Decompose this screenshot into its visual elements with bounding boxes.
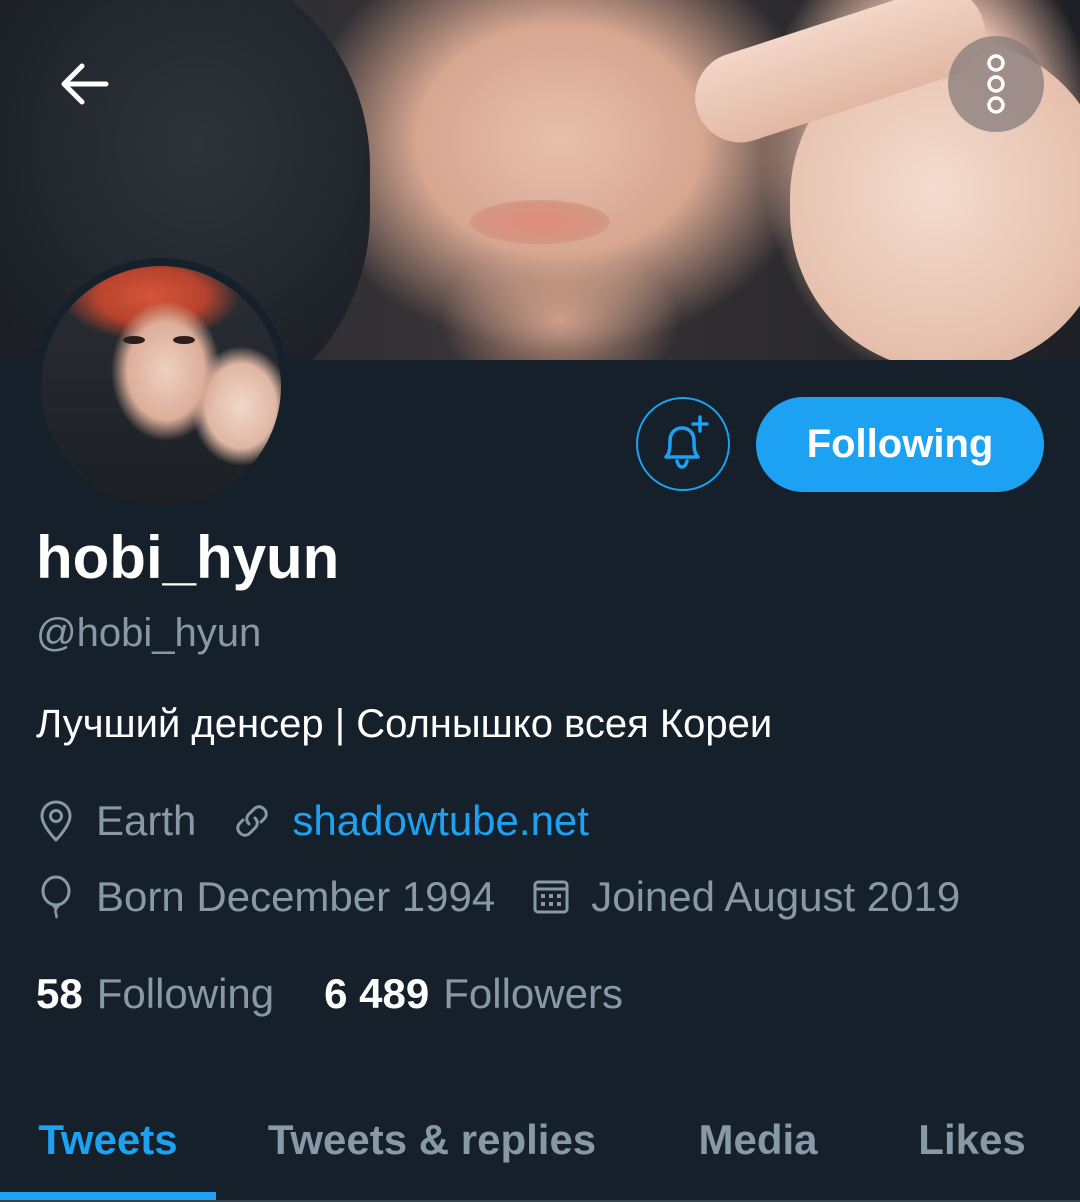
location-text: Earth bbox=[96, 797, 197, 844]
followers-stat[interactable]: 6 489 Followers bbox=[324, 970, 623, 1018]
balloon-icon bbox=[41, 875, 71, 919]
notifications-button[interactable] bbox=[636, 397, 730, 491]
avatar-eye-right bbox=[173, 336, 195, 344]
profile-page: Following hobi_hyun @hobi_hyun Лучший де… bbox=[0, 0, 1080, 1202]
tab-media[interactable]: Media bbox=[660, 1090, 856, 1190]
back-button[interactable] bbox=[44, 44, 124, 124]
link-icon bbox=[236, 805, 269, 837]
joined-item: Joined August 2019 bbox=[531, 873, 960, 921]
website-link[interactable]: shadowtube.net bbox=[292, 797, 589, 845]
profile-tabs: Tweets Tweets & replies Media Likes bbox=[0, 1090, 1080, 1202]
more-vertical-icon bbox=[987, 54, 1005, 114]
profile-meta-row: Earth shadowtube.net bbox=[36, 793, 625, 849]
location-item: Earth bbox=[36, 797, 196, 845]
avatar-image bbox=[41, 266, 281, 506]
tab-likes[interactable]: Likes bbox=[880, 1090, 1064, 1190]
following-count: 58 bbox=[36, 970, 83, 1017]
arrow-left-icon bbox=[61, 63, 109, 105]
follow-stats: 58 Following 6 489 Followers bbox=[36, 966, 673, 1022]
calendar-icon bbox=[533, 880, 569, 914]
profile-bio: Лучший денсер | Солнышко всея Кореи bbox=[36, 702, 773, 746]
joined-date-text: Joined August 2019 bbox=[591, 873, 961, 920]
following-stat[interactable]: 58 Following bbox=[36, 970, 274, 1018]
website-item[interactable]: shadowtube.net bbox=[232, 797, 589, 845]
location-pin-icon bbox=[40, 800, 72, 842]
following-button[interactable]: Following bbox=[756, 397, 1044, 492]
avatar[interactable] bbox=[33, 258, 289, 514]
tab-tweets[interactable]: Tweets bbox=[0, 1090, 216, 1190]
followers-stat-label: Followers bbox=[443, 970, 623, 1017]
birth-item: Born December 1994 bbox=[36, 873, 495, 921]
banner-lips-shape bbox=[470, 200, 610, 244]
birth-date-text: Born December 1994 bbox=[96, 873, 496, 920]
active-tab-indicator bbox=[0, 1192, 216, 1200]
followers-count: 6 489 bbox=[324, 970, 430, 1017]
following-stat-label: Following bbox=[96, 970, 275, 1017]
profile-dates-row: Born December 1994 Joined August 2019 bbox=[36, 869, 996, 925]
avatar-eye-left bbox=[123, 336, 145, 344]
tab-tweets-and-replies[interactable]: Tweets & replies bbox=[236, 1090, 628, 1190]
more-options-button[interactable] bbox=[948, 36, 1044, 132]
display-name: hobi_hyun bbox=[36, 524, 340, 591]
user-handle: @hobi_hyun bbox=[36, 611, 262, 655]
bell-plus-icon bbox=[664, 415, 709, 469]
